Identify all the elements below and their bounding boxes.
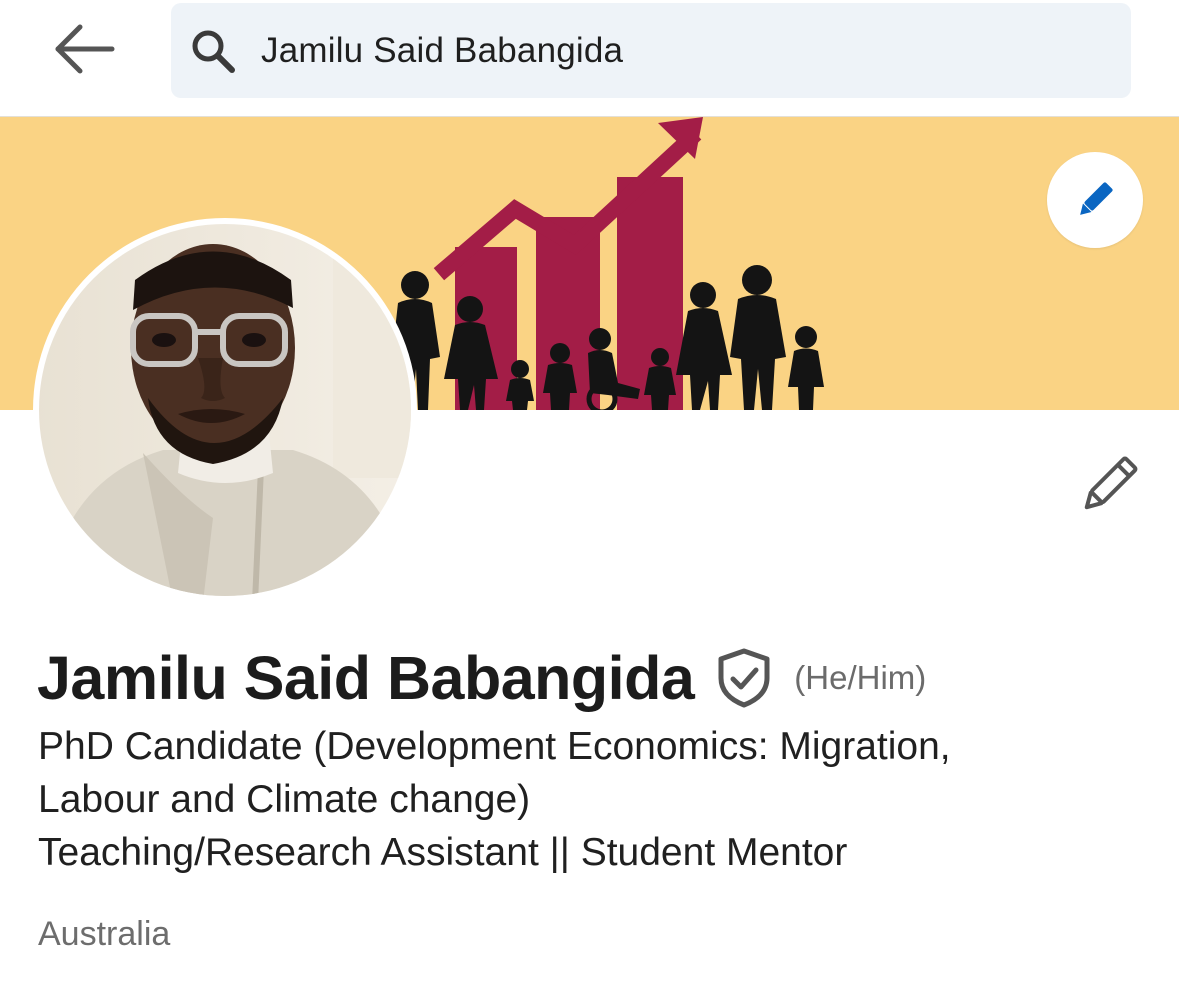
top-bar: Jamilu Said Babangida xyxy=(0,0,1179,117)
name-row: Jamilu Said Babangida (He/Him) xyxy=(37,640,926,715)
profile-location: Australia xyxy=(38,915,171,953)
search-icon xyxy=(189,27,237,75)
back-button[interactable] xyxy=(44,18,122,80)
shield-check-icon[interactable] xyxy=(716,648,772,708)
profile-photo[interactable] xyxy=(33,218,417,602)
headline-line: PhD Candidate (Development Economics: Mi… xyxy=(38,725,951,768)
search-input[interactable]: Jamilu Said Babangida xyxy=(171,3,1131,98)
edit-cover-button[interactable] xyxy=(1047,152,1143,248)
profile-headline: PhD Candidate (Development Economics: Mi… xyxy=(38,720,1148,879)
headline-line: Labour and Climate change) xyxy=(38,778,531,821)
headline-line: Teaching/Research Assistant || Student M… xyxy=(38,831,848,874)
search-query-text: Jamilu Said Babangida xyxy=(261,30,624,70)
edit-intro-button[interactable] xyxy=(1072,450,1144,522)
pronouns: (He/Him) xyxy=(794,658,927,696)
arrow-left-icon xyxy=(55,24,115,74)
pencil-icon xyxy=(1084,456,1138,510)
pencil-icon xyxy=(1080,182,1113,215)
profile-name: Jamilu Said Babangida xyxy=(37,643,695,712)
